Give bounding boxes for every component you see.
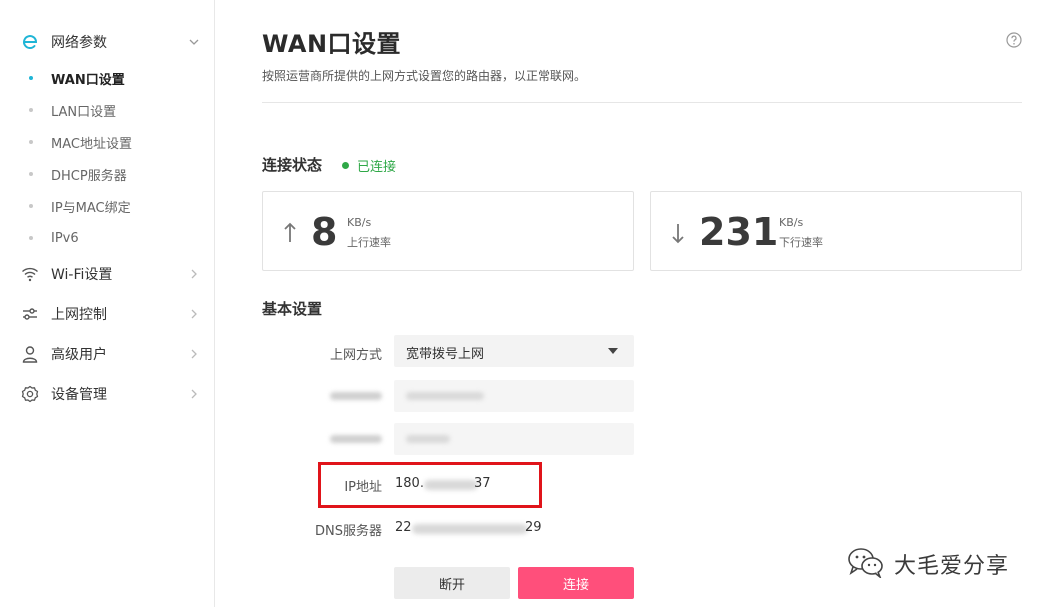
arrow-down-icon <box>671 222 685 244</box>
sidebar-group-device-management[interactable]: 设备管理 <box>0 376 215 412</box>
download-rate-value: 231 <box>699 210 779 254</box>
connection-mode-value: 宽带拨号上网 <box>406 347 485 362</box>
bullet <box>29 172 33 176</box>
page-subtitle: 按照运营商所提供的上网方式设置您的路由器，以正常联网。 <box>262 69 587 83</box>
sidebar-item-label: DHCP服务器 <box>51 168 127 184</box>
account-input[interactable] <box>394 380 634 412</box>
dns-server-masked <box>412 524 528 534</box>
blurred-password-value <box>406 435 450 443</box>
sidebar-group-access-control[interactable]: 上网控制 <box>0 296 215 332</box>
dns-server-prefix: 22 <box>395 520 412 535</box>
sidebar-item-ipv6[interactable]: IPv6 <box>0 224 215 252</box>
sidebar-item-label: LAN口设置 <box>51 104 117 120</box>
sidebar-group-advanced-user[interactable]: 高级用户 <box>0 336 215 372</box>
sidebar-item-label: WAN口设置 <box>51 72 125 88</box>
watermark-text: 大毛爱分享 <box>894 554 1010 579</box>
chevron-right-icon <box>188 348 200 360</box>
sidebar-group-label: 网络参数 <box>51 35 107 51</box>
upload-rate-card: 8 KB/s 上行速率 <box>262 191 634 271</box>
sliders-icon <box>20 305 40 323</box>
chevron-right-icon <box>188 308 200 320</box>
chevron-right-icon <box>188 268 200 280</box>
sidebar-group-network-params[interactable]: 网络参数 <box>0 24 215 60</box>
bullet <box>29 204 33 208</box>
connection-mode-select[interactable]: 宽带拨号上网 <box>394 335 634 367</box>
status-badge: 已连接 <box>342 156 396 175</box>
wechat-icon <box>846 546 886 582</box>
connect-button[interactable]: 连接 <box>518 567 634 599</box>
gear-icon <box>20 385 40 403</box>
bullet <box>29 108 33 112</box>
sidebar-item-mac[interactable]: MAC地址设置 <box>0 128 215 156</box>
sidebar-item-ip-mac-binding[interactable]: IP与MAC绑定 <box>0 192 215 220</box>
question-circle-icon[interactable] <box>1006 32 1022 48</box>
arrow-up-icon <box>283 222 297 244</box>
sidebar-item-label: IP与MAC绑定 <box>51 200 131 216</box>
connection-mode-label: 上网方式 <box>329 348 382 363</box>
blurred-account-label <box>330 392 382 400</box>
sidebar-group-label: 上网控制 <box>51 307 107 323</box>
divider <box>262 102 1022 103</box>
watermark: 大毛爱分享 <box>846 546 1009 582</box>
dns-server-label: DNS服务器 <box>315 524 382 539</box>
blurred-password-label <box>330 435 382 443</box>
status-dot <box>342 162 349 169</box>
sidebar-item-wan[interactable]: WAN口设置 <box>0 64 215 92</box>
download-rate-caption: 下行速率 <box>779 236 823 249</box>
sidebar-item-label: IPv6 <box>51 230 79 246</box>
sidebar-group-wifi[interactable]: Wi-Fi设置 <box>0 256 215 292</box>
highlight-box <box>318 462 542 508</box>
brand-e-icon <box>20 33 40 51</box>
upload-rate-value: 8 <box>311 210 338 254</box>
sidebar-item-label: MAC地址设置 <box>51 136 132 152</box>
download-rate-card: 231 KB/s 下行速率 <box>650 191 1022 271</box>
basic-settings-heading: 基本设置 <box>262 300 323 318</box>
wifi-icon <box>20 265 40 283</box>
password-input[interactable] <box>394 423 634 455</box>
bullet <box>29 140 33 144</box>
download-rate-unit: KB/s <box>779 216 804 229</box>
sidebar-item-dhcp[interactable]: DHCP服务器 <box>0 160 215 188</box>
bullet <box>29 236 33 240</box>
caret-down-icon <box>608 348 618 354</box>
sidebar-group-label: Wi-Fi设置 <box>51 267 113 283</box>
disconnect-button[interactable]: 断开 <box>394 567 510 599</box>
sidebar: 网络参数 WAN口设置 LAN口设置 MAC地址设置 DHCP服务器 IP与MA… <box>0 0 215 607</box>
chevron-down-icon <box>188 36 200 48</box>
sidebar-group-label: 设备管理 <box>51 387 107 403</box>
upload-rate-unit: KB/s <box>347 216 372 229</box>
status-text: 已连接 <box>357 160 397 175</box>
dns-server-suffix: 29 <box>525 520 542 535</box>
chevron-right-icon <box>188 388 200 400</box>
blurred-account-value <box>406 392 484 400</box>
upload-rate-caption: 上行速率 <box>347 236 391 249</box>
sidebar-item-lan[interactable]: LAN口设置 <box>0 96 215 124</box>
page-title: WAN口设置 <box>262 30 402 58</box>
bullet <box>29 76 33 80</box>
connection-status-heading: 连接状态 <box>262 156 323 174</box>
user-icon <box>20 345 40 363</box>
sidebar-group-label: 高级用户 <box>51 347 107 363</box>
